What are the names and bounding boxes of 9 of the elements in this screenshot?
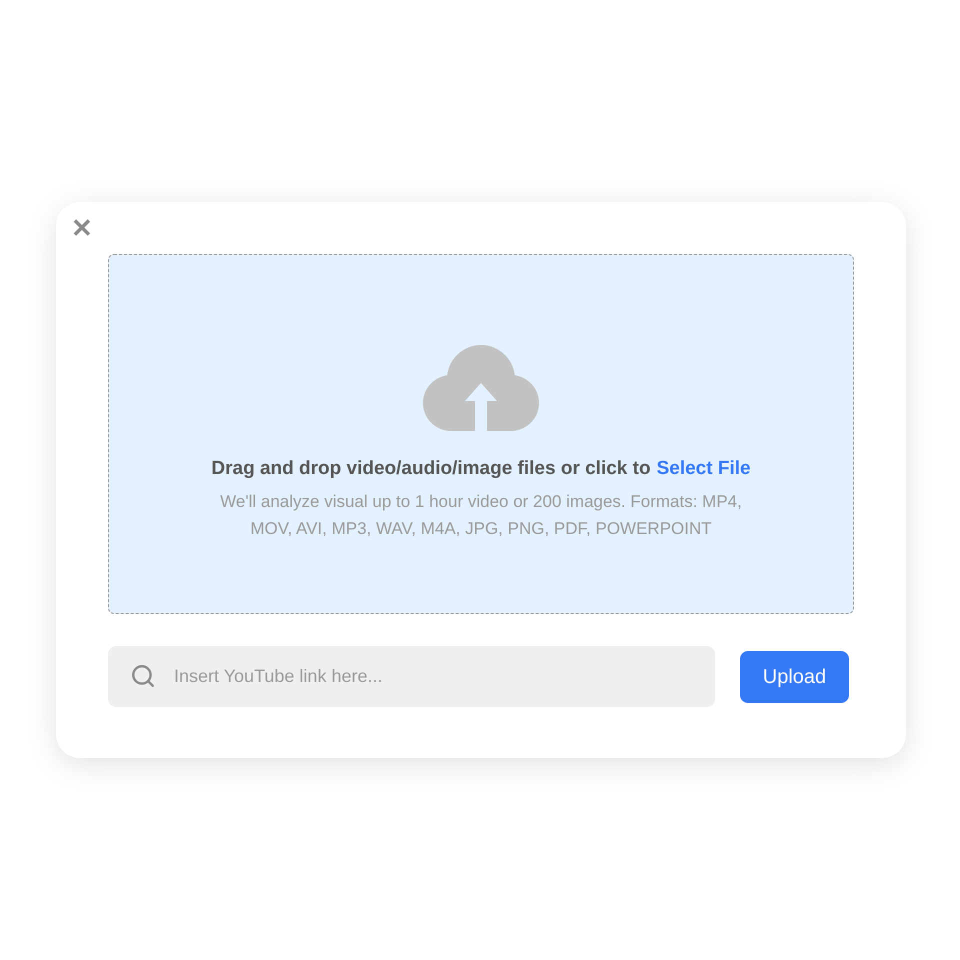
drop-instruction: Drag and drop video/audio/image files or click to: [211, 457, 651, 481]
search-icon: [130, 663, 156, 689]
upload-cloud-icon: [423, 345, 539, 433]
drop-zone[interactable]: Drag and drop video/audio/image files or click to Select File We'll analyze visual up to 1 hour video or 200 images. Formats: MP4, MOV, AVI, MP3, WAV, M4A, JPG, PNG, PDF, POWERPOINT: [108, 254, 854, 614]
youtube-link-field[interactable]: Insert YouTube link here...: [108, 646, 715, 707]
format-hint: We'll analyze visual up to 1 hour video or 200 images. Formats: MP4, MOV, AVI, MP3, WAV, M4A, JPG, PNG, PDF, POWERPOINT: [219, 490, 743, 540]
select-file-link[interactable]: Select File: [656, 455, 751, 484]
upload-button[interactable]: Upload: [740, 650, 849, 702]
close-button[interactable]: ✕: [68, 214, 96, 242]
